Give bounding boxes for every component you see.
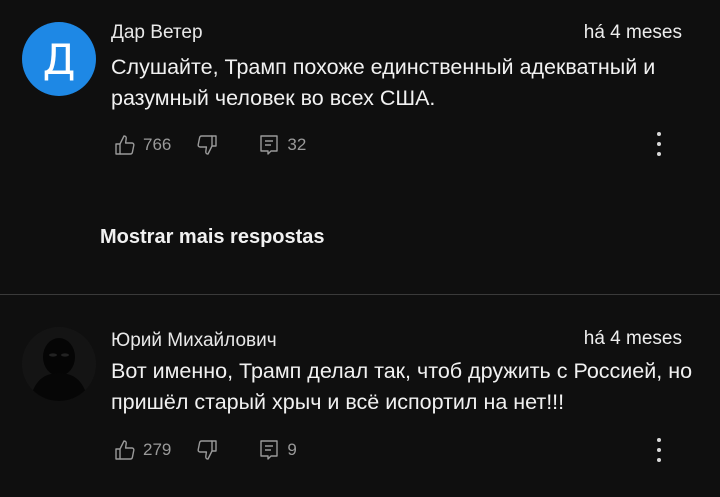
reply-icon[interactable]	[257, 438, 281, 462]
comment-text: Слушайте, Трамп похоже единственный адек…	[111, 55, 656, 110]
like-count: 279	[143, 440, 172, 459]
comment-text: Вот именно, Трамп делал так, чтоб дружит…	[111, 359, 693, 414]
comment-timestamp: há 4 meses	[583, 328, 682, 349]
comment-author[interactable]: Дар Ветер	[111, 22, 203, 44]
avatar-image	[22, 327, 96, 401]
avatar[interactable]: Д	[22, 22, 96, 96]
avatar[interactable]	[22, 327, 96, 401]
thumbs-down-icon[interactable]	[195, 133, 219, 157]
reply-count[interactable]: 32	[287, 135, 306, 155]
avatar-letter: Д	[42, 34, 76, 84]
more-vertical-icon[interactable]	[656, 132, 662, 160]
show-more-replies-button[interactable]: Mostrar mais respostas	[100, 226, 325, 249]
thumbs-up-icon[interactable]	[113, 438, 137, 462]
divider	[0, 294, 720, 295]
like-count: 766	[143, 135, 172, 154]
reply-icon[interactable]	[257, 133, 281, 157]
comment-item: Д Дар Ветер há 4 meses Слушайте, Трамп п…	[0, 0, 720, 195]
thumbs-down-icon[interactable]	[195, 438, 219, 462]
comment-actions: 766 32	[113, 131, 306, 159]
reply-count[interactable]: 9	[287, 440, 296, 460]
comment-timestamp: há 4 meses	[583, 22, 682, 43]
comment-actions: 279 9	[113, 436, 297, 464]
thumbs-up-icon[interactable]	[113, 133, 137, 157]
more-vertical-icon[interactable]	[656, 438, 662, 466]
comment-author[interactable]: Юрий Михайлович	[111, 330, 277, 352]
comment-item: Юрий Михайлович há 4 meses Вот именно, Т…	[0, 297, 720, 497]
